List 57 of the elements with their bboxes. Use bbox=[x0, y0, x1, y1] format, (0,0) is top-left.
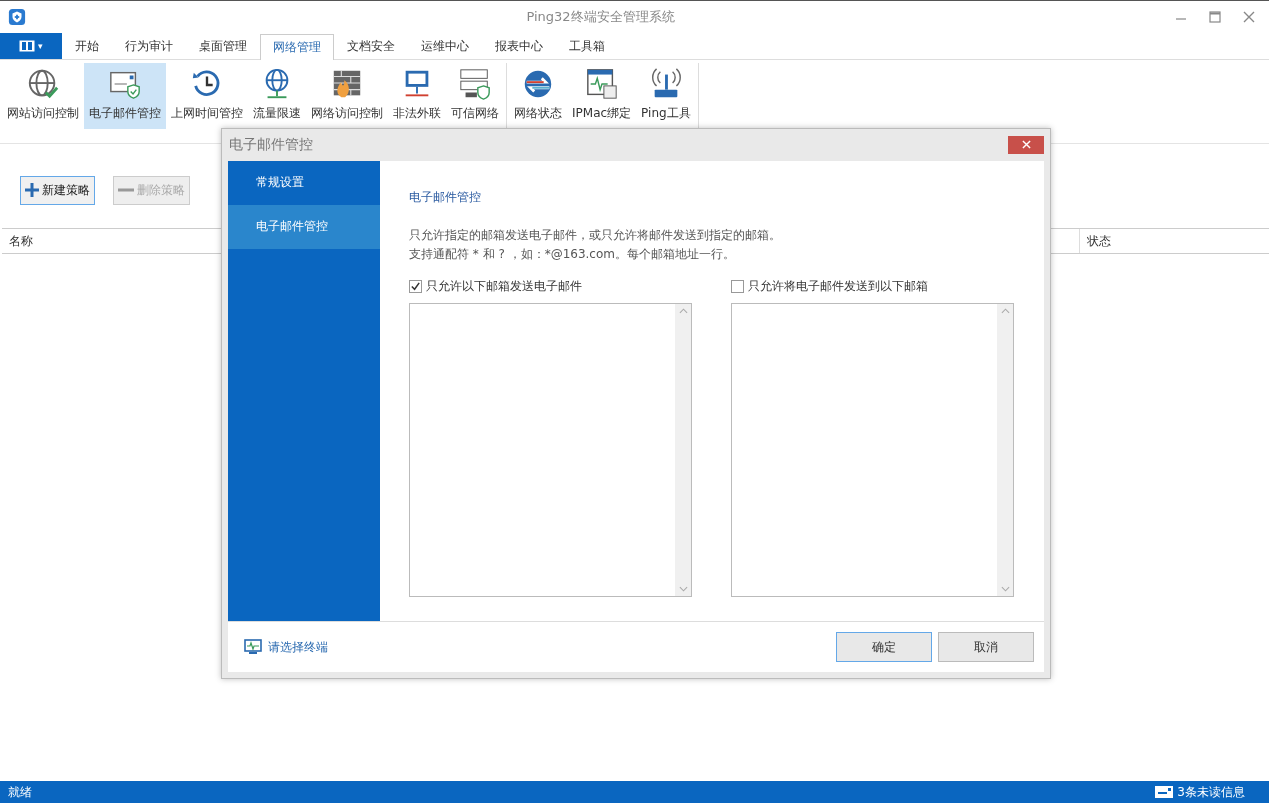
globe-check-icon bbox=[26, 67, 60, 101]
scrollbar[interactable] bbox=[997, 303, 1013, 596]
sidebar-item[interactable]: 常规设置 bbox=[228, 160, 380, 205]
ribbon-tab[interactable]: 文档安全 bbox=[334, 33, 408, 59]
checkbox-label[interactable]: 只允许将电子邮件发送到以下邮箱 bbox=[731, 276, 1014, 297]
description-text: 只允许指定的邮箱发送电子邮件，或只允许将邮件发送到指定的邮箱。 bbox=[409, 226, 782, 244]
ribbon-button[interactable]: 流量限速 bbox=[248, 63, 306, 129]
column-header[interactable]: 名称 bbox=[2, 229, 33, 253]
check-icon bbox=[410, 281, 421, 293]
email-list-field[interactable] bbox=[409, 302, 692, 597]
unread-messages-link[interactable]: 3条未读信息 bbox=[1177, 783, 1245, 801]
ribbon-button[interactable]: 上网时间管控 bbox=[166, 63, 248, 129]
cancel-button[interactable]: 取消 bbox=[938, 632, 1034, 663]
new-policy-button[interactable]: 新建策略 bbox=[20, 175, 95, 205]
ribbon-tab[interactable]: 网络管理 bbox=[260, 34, 334, 60]
app-menu-button[interactable]: ▾ bbox=[0, 33, 62, 59]
close-icon bbox=[1021, 140, 1031, 150]
address-shield-icon bbox=[458, 67, 492, 101]
ribbon-tab[interactable]: 工具箱 bbox=[556, 33, 618, 59]
plus-icon bbox=[25, 183, 39, 197]
ribbon-button[interactable]: 网站访问控制 bbox=[2, 63, 84, 129]
maximize-icon[interactable] bbox=[1209, 11, 1221, 23]
monitor-chart-icon bbox=[584, 67, 619, 101]
sidebar-item[interactable]: 电子邮件管控 bbox=[228, 204, 380, 249]
email-list-field[interactable] bbox=[731, 302, 1014, 597]
section-heading: 电子邮件管控 bbox=[409, 188, 482, 206]
status-text: 就绪 bbox=[8, 783, 32, 801]
scrollbar[interactable] bbox=[675, 303, 691, 596]
dialog-title: 电子邮件管控 bbox=[229, 135, 313, 154]
checkbox-label[interactable]: 只允许以下邮箱发送电子邮件 bbox=[409, 276, 692, 297]
app-logo-icon bbox=[8, 8, 26, 26]
scroll-down-icon[interactable] bbox=[678, 585, 688, 592]
scroll-up-icon[interactable] bbox=[1000, 307, 1010, 314]
checkbox[interactable] bbox=[409, 280, 422, 294]
ribbon-button[interactable]: Ping工具 bbox=[636, 63, 696, 129]
ribbon-button[interactable]: 网络状态 bbox=[509, 63, 567, 129]
column-header[interactable]: 状态 bbox=[1079, 229, 1269, 253]
select-terminal-link[interactable]: 请选择终端 bbox=[268, 638, 328, 656]
book-icon bbox=[19, 40, 35, 52]
close-icon[interactable] bbox=[1243, 11, 1255, 23]
ribbon-tab[interactable]: 桌面管理 bbox=[186, 33, 260, 59]
ribbon-tab[interactable]: 行为审计 bbox=[112, 33, 186, 59]
ribbon-tab[interactable]: 报表中心 bbox=[482, 33, 556, 59]
ok-button[interactable]: 确定 bbox=[836, 632, 932, 663]
ribbon-button[interactable]: 电子邮件管控 bbox=[84, 63, 166, 129]
monitor-icon bbox=[244, 639, 262, 656]
ribbon-tab[interactable]: 运维中心 bbox=[408, 33, 482, 59]
description-text: 支持通配符 * 和 ? ，如：*@163.com。每个邮箱地址一行。 bbox=[409, 245, 736, 263]
scroll-down-icon[interactable] bbox=[1000, 585, 1010, 592]
scroll-up-icon[interactable] bbox=[678, 307, 688, 314]
checkbox[interactable] bbox=[731, 280, 744, 294]
message-icon[interactable] bbox=[1155, 786, 1174, 798]
ribbon-tab[interactable]: 开始 bbox=[62, 33, 112, 59]
ribbon-button[interactable]: 可信网络 bbox=[446, 63, 504, 129]
window-title: Ping32终端安全管理系统 bbox=[525, 8, 676, 26]
close-button[interactable] bbox=[1008, 135, 1044, 154]
ribbon-button[interactable]: IPMac绑定 bbox=[567, 63, 637, 129]
